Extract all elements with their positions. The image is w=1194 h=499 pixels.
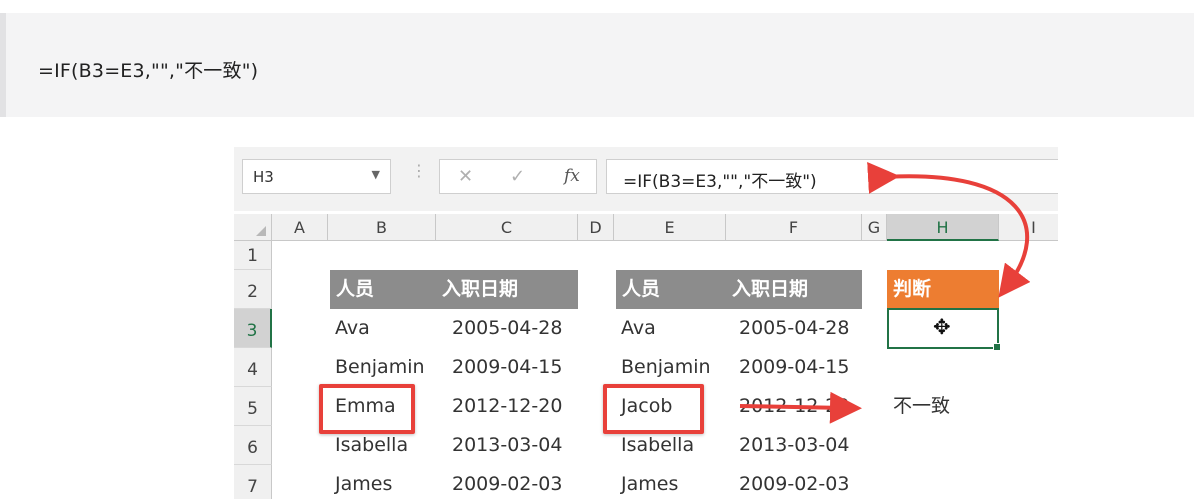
annotation-arrows xyxy=(739,161,1031,424)
code-block: =IF(B3=E3,"","不一致") xyxy=(0,13,1194,117)
code-text: =IF(B3=E3,"","不一致") xyxy=(38,60,259,82)
arrow-formula-to-cell xyxy=(867,161,1031,298)
excel-screenshot: H3 ▼ ⋮ ✕ ✓ fx =IF(B3=E3,"","不一致") A B C … xyxy=(234,147,1058,499)
arrow-to-result xyxy=(739,391,862,424)
